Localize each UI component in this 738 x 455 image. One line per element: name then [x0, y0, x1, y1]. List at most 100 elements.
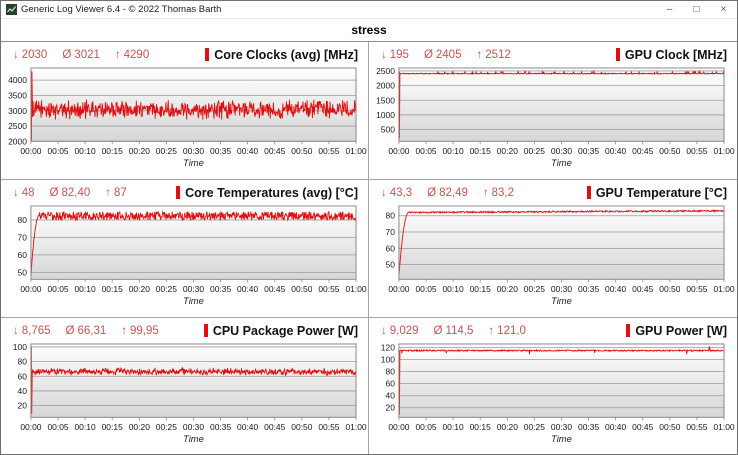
chart-panel-gpu-temperature: ↓43,3 Ø82,49 ↑83,2 GPU Temperature [°C] …	[369, 180, 737, 318]
svg-text:40: 40	[18, 386, 28, 396]
close-button[interactable]: ×	[710, 2, 737, 18]
svg-text:00:40: 00:40	[605, 284, 626, 294]
title-bar: Generic Log Viewer 6.4 - © 2022 Thomas B…	[1, 1, 737, 19]
svg-text:100: 100	[381, 355, 395, 365]
stat-avg: Ø82,49	[427, 187, 468, 199]
chart-gpu-power-plot[interactable]: 2040608010012000:0000:0500:1000:1500:200…	[369, 340, 737, 455]
avg-icon: Ø	[427, 187, 436, 199]
chart-core-clocks-plot[interactable]: 2000250030003500400000:0000:0500:1000:15…	[1, 64, 369, 179]
svg-text:01:00: 01:00	[713, 422, 734, 432]
stat-min-value: 48	[22, 187, 35, 199]
svg-text:00:15: 00:15	[102, 422, 123, 432]
svg-text:00:55: 00:55	[686, 146, 707, 156]
chart-cpu-package-power-plot[interactable]: 2040608010000:0000:0500:1000:1500:2000:2…	[1, 340, 369, 455]
stat-min: ↓8,765	[13, 325, 51, 337]
svg-text:80: 80	[18, 357, 28, 367]
stat-max-value: 83,2	[492, 187, 514, 199]
chart-header: ↓8,765 Ø66,31 ↑99,95 CPU Package Power […	[1, 321, 368, 340]
stat-max: ↑83,2	[483, 187, 514, 199]
svg-text:Time: Time	[183, 296, 204, 307]
svg-text:2000: 2000	[376, 81, 395, 91]
max-arrow-icon: ↑	[121, 325, 127, 337]
series-color-marker	[205, 48, 209, 61]
svg-text:00:25: 00:25	[156, 284, 177, 294]
svg-text:80: 80	[18, 215, 28, 225]
chart-title-text: GPU Power [W]	[635, 324, 727, 338]
chart-header: ↓48 Ø82,40 ↑87 Core Temperatures (avg) […	[1, 183, 368, 202]
svg-text:00:45: 00:45	[264, 146, 285, 156]
stat-avg: Ø66,31	[66, 325, 107, 337]
svg-text:00:50: 00:50	[291, 146, 312, 156]
min-arrow-icon: ↓	[381, 325, 387, 337]
avg-icon: Ø	[50, 187, 59, 199]
stat-min: ↓48	[13, 187, 35, 199]
svg-text:01:00: 01:00	[713, 146, 734, 156]
svg-text:00:55: 00:55	[318, 146, 339, 156]
svg-text:00:40: 00:40	[237, 284, 258, 294]
stat-max: ↑2512	[476, 49, 510, 61]
svg-text:100: 100	[13, 342, 27, 352]
svg-text:00:05: 00:05	[47, 422, 68, 432]
svg-text:00:20: 00:20	[497, 422, 518, 432]
min-arrow-icon: ↓	[13, 187, 19, 199]
chart-gpu-temperature-plot[interactable]: 5060708000:0000:0500:1000:1500:2000:2500…	[369, 202, 737, 317]
chart-title: GPU Temperature [°C]	[587, 186, 727, 200]
svg-text:00:40: 00:40	[237, 422, 258, 432]
svg-text:01:00: 01:00	[345, 422, 366, 432]
chart-title: GPU Power [W]	[626, 324, 727, 338]
max-arrow-icon: ↑	[476, 49, 482, 61]
chart-title-text: CPU Package Power [W]	[213, 324, 358, 338]
svg-text:01:00: 01:00	[713, 284, 734, 294]
stat-min: ↓9,029	[381, 325, 419, 337]
max-arrow-icon: ↑	[483, 187, 489, 199]
svg-text:00:10: 00:10	[74, 146, 95, 156]
svg-text:00:15: 00:15	[102, 284, 123, 294]
min-arrow-icon: ↓	[13, 325, 19, 337]
svg-text:00:00: 00:00	[388, 146, 409, 156]
stat-min-value: 43,3	[390, 187, 412, 199]
svg-text:1000: 1000	[376, 110, 395, 120]
svg-text:00:35: 00:35	[578, 284, 599, 294]
svg-text:00:40: 00:40	[237, 146, 258, 156]
tab-stress[interactable]: stress	[337, 23, 400, 37]
stat-min: ↓43,3	[381, 187, 412, 199]
stat-min-value: 9,029	[390, 325, 419, 337]
window-controls: – □ ×	[656, 2, 737, 18]
stat-avg: Ø82,40	[50, 187, 91, 199]
min-arrow-icon: ↓	[13, 49, 19, 61]
chart-panel-gpu-power: ↓9,029 Ø114,5 ↑121,0 GPU Power [W] 20406…	[369, 318, 737, 455]
svg-text:00:35: 00:35	[210, 284, 231, 294]
chart-core-temperatures-plot[interactable]: 5060708000:0000:0500:1000:1500:2000:2500…	[1, 202, 369, 317]
chart-title-text: Core Clocks (avg) [MHz]	[214, 48, 358, 62]
avg-icon: Ø	[62, 49, 71, 61]
chart-title: Core Clocks (avg) [MHz]	[205, 48, 358, 62]
minimize-button[interactable]: –	[656, 2, 683, 18]
max-arrow-icon: ↑	[105, 187, 111, 199]
max-arrow-icon: ↑	[488, 325, 494, 337]
chart-stats: ↓9,029 Ø114,5 ↑121,0	[381, 325, 526, 337]
svg-text:60: 60	[386, 379, 396, 389]
chart-gpu-clock-plot[interactable]: 500100015002000250000:0000:0500:1000:150…	[369, 64, 737, 179]
svg-text:Time: Time	[551, 434, 572, 445]
svg-text:60: 60	[18, 250, 28, 260]
svg-text:00:50: 00:50	[291, 422, 312, 432]
maximize-button[interactable]: □	[683, 2, 710, 18]
svg-text:00:20: 00:20	[129, 146, 150, 156]
max-arrow-icon: ↑	[115, 49, 121, 61]
svg-text:00:45: 00:45	[632, 422, 653, 432]
svg-text:00:30: 00:30	[551, 284, 572, 294]
svg-text:2500: 2500	[8, 121, 27, 131]
svg-text:3500: 3500	[8, 91, 27, 101]
svg-text:00:20: 00:20	[129, 422, 150, 432]
svg-text:00:05: 00:05	[415, 422, 436, 432]
chart-stats: ↓8,765 Ø66,31 ↑99,95	[13, 325, 159, 337]
svg-text:1500: 1500	[376, 95, 395, 105]
chart-stats: ↓2030 Ø3021 ↑4290	[13, 49, 149, 61]
stat-avg-value: 2405	[436, 49, 462, 61]
svg-text:00:35: 00:35	[210, 146, 231, 156]
svg-text:00:00: 00:00	[20, 146, 41, 156]
svg-text:00:55: 00:55	[318, 422, 339, 432]
chart-panel-cpu-package-power: ↓8,765 Ø66,31 ↑99,95 CPU Package Power […	[1, 318, 369, 455]
app-icon	[6, 4, 17, 15]
svg-text:00:20: 00:20	[129, 284, 150, 294]
